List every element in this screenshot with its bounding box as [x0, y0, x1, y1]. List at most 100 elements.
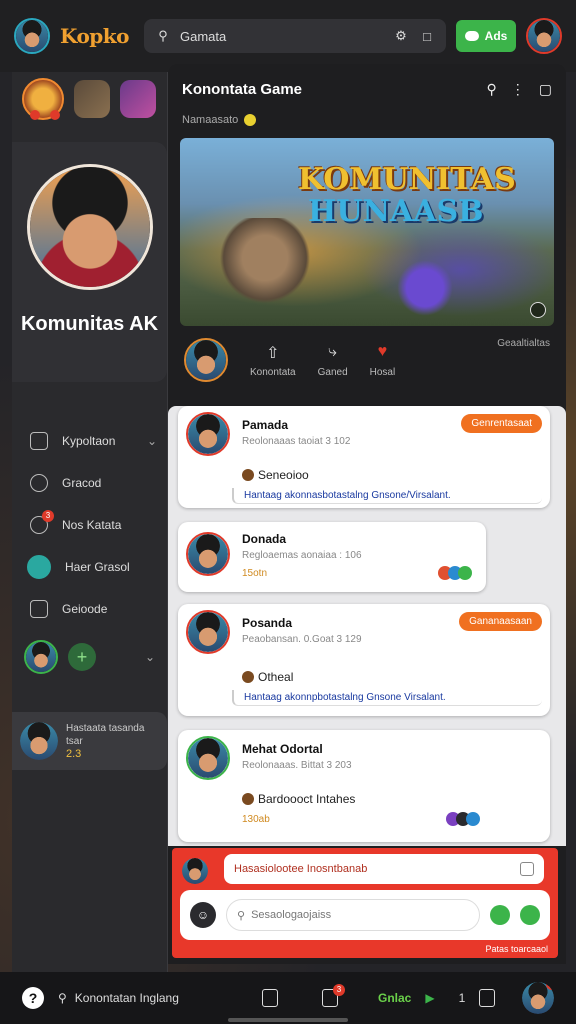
post-tag-button[interactable]: Genrentasaat: [461, 414, 542, 433]
post-avatar[interactable]: [186, 532, 230, 576]
emoji-reactions[interactable]: [438, 566, 472, 580]
attach-button[interactable]: [520, 905, 540, 925]
post-quote[interactable]: Hantaag akonnasbotastalng Gnsone/Virsala…: [232, 488, 542, 504]
post-line-text: Bardoooct Intahes: [258, 792, 356, 806]
game-icon: [242, 671, 254, 683]
add-button[interactable]: Ads: [456, 20, 516, 52]
search-input[interactable]: Gamata: [180, 29, 226, 44]
suggestion-text: Hasasiolootee Inosntbanab: [234, 863, 368, 875]
share-icon: ⤷: [328, 342, 338, 360]
add-button-label: Ads: [484, 29, 508, 43]
stats-right-label[interactable]: Geaaltialtas: [497, 338, 550, 349]
more-icon[interactable]: ⋮: [511, 81, 525, 98]
post-tag-button[interactable]: Gananaasaan: [459, 612, 542, 631]
notification-badge: 3: [333, 984, 345, 996]
friend-avatar[interactable]: [24, 640, 58, 674]
settings-icon[interactable]: ⚙: [392, 27, 410, 45]
post-card[interactable]: Mehat Odortal Reolonaaas. Bittat 3 203 B…: [178, 730, 550, 842]
banner-title: KOMUNITAS HUNAASB: [298, 164, 516, 228]
suggestion-chip[interactable]: Hasasiolootee Inosntbanab: [224, 854, 544, 884]
close-icon[interactable]: [520, 862, 534, 876]
post-meta: Peaobansan. 0.Goat 3 129: [242, 634, 362, 645]
post-line-text: Seneoioo: [258, 468, 309, 482]
search-icon[interactable]: ⚲: [487, 81, 497, 98]
expand-icon[interactable]: ▢: [539, 81, 552, 98]
add-friend-button[interactable]: +: [68, 643, 96, 671]
post-author[interactable]: Posanda: [242, 616, 292, 630]
game-shortcuts: [12, 72, 167, 126]
post-card[interactable]: Pamada Reolonaaas taoiat 3 102 Genrentas…: [178, 406, 550, 508]
game-icon-2[interactable]: [74, 80, 110, 118]
help-icon[interactable]: ?: [22, 987, 44, 1009]
quick-actions: + ⌄: [12, 630, 167, 684]
stat-konontata[interactable]: ⇧ Konontata: [250, 343, 296, 378]
sidebar-item-label: Gracod: [62, 476, 102, 490]
stats-row: ⇧ Konontata ⤷ Ganed ♥ Hosal Geaaltialtas: [168, 326, 566, 394]
stat-label: Ganed: [317, 366, 348, 378]
post-card[interactable]: Posanda Peaobansan. 0.Goat 3 129 Gananaa…: [178, 604, 550, 716]
send-button[interactable]: [490, 905, 510, 925]
app-logo[interactable]: Kopko: [60, 24, 134, 48]
post-card[interactable]: Donada Regloaemas aonaiaa : 106 15otn: [178, 522, 486, 592]
composer-footer[interactable]: Patas toarcaaol: [485, 944, 548, 954]
profile-picture[interactable]: [26, 164, 153, 290]
post-reactions[interactable]: 15otn: [242, 568, 267, 579]
sidebar-item-geioode[interactable]: Geioode: [12, 588, 167, 630]
profile-avatar[interactable]: [526, 18, 562, 54]
stat-hosal[interactable]: ♥ Hosal: [370, 343, 396, 378]
post-author[interactable]: Pamada: [242, 418, 288, 432]
play-icon[interactable]: ▶: [425, 991, 434, 1005]
post-meta: Regloaemas aonaiaa : 106: [242, 550, 362, 561]
sidebar-item-haer-grasol[interactable]: Haer Grasol: [12, 546, 167, 588]
game-icon-1[interactable]: [22, 78, 64, 120]
post-quote[interactable]: Hantaag akonnpbotastalng Gnsone Virsalan…: [232, 690, 542, 706]
sidebar-menu: Kypoltaon ⌄ Gracod 3 Nos Katata Haer Gra…: [12, 420, 167, 630]
page-title: Konontata Game: [182, 80, 303, 98]
heart-icon: ♥: [377, 342, 388, 360]
bottom-search-label: Konontatan Inglang: [74, 991, 179, 1005]
sidebar-item-kypoltaon[interactable]: Kypoltaon ⌄: [12, 420, 167, 462]
bottom-profile-avatar[interactable]: [522, 982, 554, 1014]
game-icon-3[interactable]: [120, 80, 156, 118]
suggestion-avatar: [182, 858, 208, 884]
search-icon: [27, 555, 51, 579]
online-label[interactable]: Gnlac: [378, 991, 411, 1005]
fullscreen-icon[interactable]: [530, 302, 546, 318]
post-author[interactable]: Donada: [242, 532, 286, 546]
stat-label: Konontata: [250, 366, 296, 378]
subtitle: Namaasato: [168, 114, 566, 126]
post-avatar[interactable]: [186, 412, 230, 456]
post-avatar[interactable]: [186, 736, 230, 780]
sidebar-item-nos-katata[interactable]: 3 Nos Katata: [12, 504, 167, 546]
home-indicator: [228, 1018, 348, 1022]
top-bar: Kopko ⚲ Gamata ⚙ □ Ads: [0, 0, 576, 72]
tag-icon: [30, 474, 48, 492]
composer-area: Hasasiolootee Inosntbanab ☺ ⚲ Sesaologao…: [172, 848, 558, 958]
community-avatar[interactable]: [184, 338, 228, 382]
post-line-text: Otheal: [258, 670, 294, 684]
gift-icon[interactable]: 3: [322, 984, 345, 1007]
chat-preview[interactable]: Hastaata tasanda tsar 2.3: [12, 712, 167, 770]
bottom-search[interactable]: ⚲ Konontatan Inglang: [58, 991, 248, 1005]
game-banner[interactable]: KOMUNITAS HUNAASB: [180, 138, 554, 326]
post-avatar[interactable]: [186, 610, 230, 654]
message-composer: ☺ ⚲ Sesaologaojaiss: [180, 890, 550, 940]
user-avatar[interactable]: [14, 18, 50, 54]
chevron-down-icon[interactable]: ⌄: [145, 650, 155, 664]
sidebar-item-gracod[interactable]: Gracod: [12, 462, 167, 504]
search-bar[interactable]: ⚲ Gamata ⚙ □: [144, 19, 446, 53]
stat-ganed[interactable]: ⤷ Ganed: [318, 343, 348, 378]
game-icon: [242, 793, 254, 805]
trophy-icon[interactable]: [479, 989, 496, 1007]
message-input[interactable]: ⚲ Sesaologaojaiss: [226, 899, 480, 931]
bookmark-icon[interactable]: □: [418, 27, 436, 45]
upload-icon: ⇧: [266, 344, 280, 362]
phone-icon[interactable]: [262, 989, 278, 1007]
chat-bubble-icon: [464, 31, 479, 41]
sidebar-item-label: Nos Katata: [62, 518, 122, 532]
emoji-reactions[interactable]: [446, 812, 480, 826]
post-reactions[interactable]: 130ab: [242, 814, 270, 825]
emoji-icon[interactable]: ☺: [190, 902, 216, 928]
post-author[interactable]: Mehat Odortal: [242, 742, 323, 756]
smile-icon: [244, 114, 257, 126]
